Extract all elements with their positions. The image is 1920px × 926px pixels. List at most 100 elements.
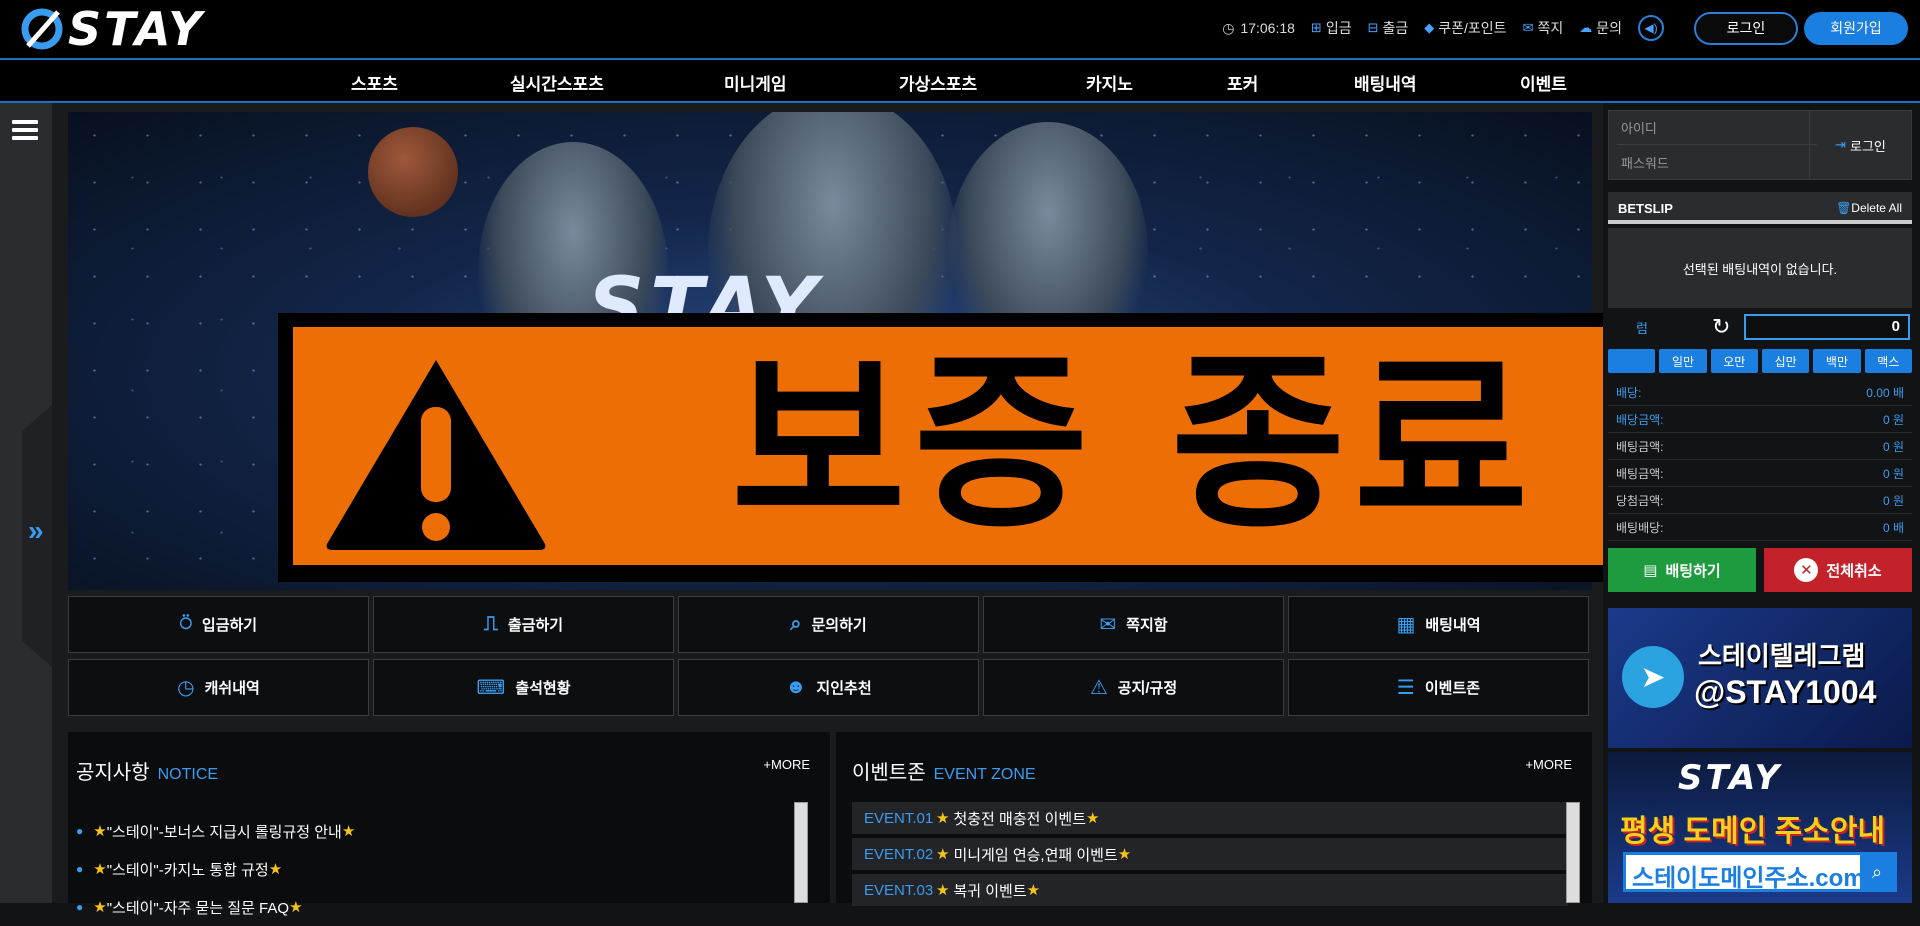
quick-label: 출석현황 [515,680,571,697]
delete-all-label: Delete All [1851,201,1902,215]
quick-inquiry-button[interactable]: ⌕ 문의하기 [678,596,979,653]
withdraw-link[interactable]: ⊟ 출금 [1368,18,1409,38]
logo-ring-icon [21,8,63,50]
event-item[interactable]: EVENT.02 ★ 미니게임 연승,연패 이벤트 ★ [852,838,1568,870]
notice-section: 공지사항 NOTICE +MORE ● ★ "스테이"-보너스 지급시 롤링규정 안내… [68,732,830,917]
domain-banner-title: 평생 도메인 주소안내 [1620,815,1886,848]
star-icon: ★ [936,810,950,827]
side-login-button[interactable]: ⇥ 로그인 [1809,111,1911,179]
cancel-all-label: 전체취소 [1826,562,1882,580]
stat-value: 0 원 [1882,412,1904,427]
nav-virtual-sports[interactable]: 가상스포츠 [899,70,977,95]
minus-square-icon: ⊟ [1367,20,1379,35]
notice-item[interactable]: ● ★ "스테이"-보너스 지급시 롤링규정 안내 ★ [76,812,776,850]
stat-value: 0 배 [1882,520,1904,535]
notice-more-link[interactable]: +MORE [763,757,810,772]
double-chevron-right-icon[interactable]: » [28,515,44,547]
nav-casino[interactable]: 카지노 [1086,70,1133,95]
join-button[interactable]: 회원가입 [1804,11,1908,45]
quick-label: 출금하기 [507,617,564,634]
stat-label: 당첨금액: [1616,493,1664,508]
nav-minigame[interactable]: 미니게임 [724,70,787,95]
nav-sports[interactable]: 스포츠 [351,70,398,95]
domain-banner[interactable]: STAY 평생 도메인 주소안내 스테이도메인주소.com ⌕ [1608,752,1912,903]
notice-item[interactable]: ● ★ "스테이"-카지노 통합 규정 ★ [76,850,776,888]
password-input[interactable]: 패스워드 [1617,145,1817,179]
place-bet-label: 배팅하기 [1665,562,1721,580]
quick-withdraw-button[interactable]: ⎍ 출금하기 [373,596,674,653]
domain-search-box[interactable]: 스테이도메인주소.com ⌕ [1623,852,1897,892]
message-link[interactable]: ✉ 쪽지 [1523,18,1564,38]
notice-scrollbar[interactable] [794,802,808,903]
notice-item[interactable]: ● ★ "스테이"-자주 묻는 질문 FAQ ★ [76,888,776,926]
domain-banner-logo: STAY [1678,758,1783,798]
event-scrollbar[interactable] [1566,802,1580,903]
bullet-icon: ● [76,862,84,876]
place-bet-button[interactable]: ▤ 배팅하기 [1608,548,1756,592]
nav-events[interactable]: 이벤트 [1520,70,1567,95]
event-item[interactable]: EVENT.03 ★ 복귀 이벤트 ★ [852,874,1568,906]
notice-title-en: NOTICE [157,766,219,783]
quick-deposit-button[interactable]: ⍥ 입금하기 [68,596,369,653]
chip-button[interactable]: 일만 [1659,349,1707,373]
quick-attendance-button[interactable]: ⌨ 출석현황 [373,659,674,716]
nav-poker[interactable]: 포커 [1227,70,1258,95]
login-button[interactable]: 로그인 [1694,11,1798,45]
stat-label: 배팅배당: [1616,520,1664,535]
star-icon: ★ [93,899,107,916]
inquiry-link[interactable]: ☁ 문의 [1579,18,1622,38]
event-more-link[interactable]: +MORE [1525,757,1572,772]
telegram-banner[interactable]: ➤ 스테이텔레그램 @STAY1004 [1608,608,1912,748]
plus-square-icon: ⊞ [1310,20,1322,35]
nav-live-sports[interactable]: 실시간스포츠 [510,70,604,95]
chip-button[interactable]: 맥스 [1864,349,1912,373]
event-item-title: 첫충전 매충전 이벤트 [953,810,1086,828]
envelope-icon: ✉ [1522,20,1534,35]
quick-label: 문의하기 [811,617,867,634]
basketball-image [368,127,458,217]
nav-bet-history[interactable]: 배팅내역 [1354,70,1417,95]
header-tools: ◷ 17:06:18 ⊞ 입금 ⊟ 출금 ◆ 쿠폰/포인트 ✉ 쪽지 ☁ 문의 ◀) 로그… [1222,11,1908,45]
cancel-all-button[interactable]: ✕ 전체취소 [1764,548,1912,592]
stat-label: 배당금액: [1616,412,1664,427]
speaker-icon: ◀) [1644,21,1658,35]
trash-icon: 🗑 [1836,201,1852,215]
delete-all-button[interactable]: 🗑Delete All [1836,201,1902,215]
id-input[interactable]: 아이디 [1617,111,1817,145]
quick-cash-history-button[interactable]: ◷ 캐쉬내역 [68,659,369,716]
deposit-icon: ⍥ [179,613,192,635]
stat-row: 배당: 0.00 배 [1608,379,1912,406]
refresh-icon[interactable]: ↻ [1712,314,1730,340]
stat-value: 0.00 배 [1866,385,1904,400]
quick-referral-button[interactable]: ☻ 지인추천 [678,659,979,716]
quick-bet-history-button[interactable]: ▦ 배팅내역 [1288,596,1589,653]
hamburger-menu-icon[interactable] [12,120,38,140]
clock-icon: ◷ [177,677,195,699]
event-item-title: 복귀 이벤트 [953,882,1027,900]
sound-toggle[interactable]: ◀) [1638,15,1664,41]
event-title: 이벤트존 EVENT ZONE [852,756,1036,785]
chip-button[interactable]: 오만 [1710,349,1758,373]
quick-label: 입금하기 [201,617,258,634]
site-logo[interactable]: STAY [18,2,205,56]
event-item-title: 미니게임 연승,연패 이벤트 [953,846,1118,864]
deposit-link[interactable]: ⊞ 입금 [1311,18,1352,38]
chip-button[interactable] [1608,349,1656,373]
keyboard-icon: ⌨ [476,677,506,699]
close-icon: ✕ [1794,558,1819,582]
telegram-handle: @STAY1004 [1694,674,1877,710]
search-icon: ⌕ [1860,855,1894,889]
event-item[interactable]: EVENT.01 ★ 첫충전 매충전 이벤트 ★ [852,802,1568,834]
bet-amount-input[interactable]: 0 [1744,314,1910,340]
quick-rules-button[interactable]: ⚠ 공지/규정 [983,659,1284,716]
coupon-link[interactable]: ◆ 쿠폰/포인트 [1424,18,1506,38]
notice-list: ● ★ "스테이"-보너스 지급시 롤링규정 안내 ★ ● ★ "스테이"-카지노 통합 … [76,812,776,926]
star-icon: ★ [268,861,283,878]
chip-button[interactable]: 십만 [1761,349,1810,373]
chip-button[interactable]: 백만 [1813,349,1861,373]
quick-event-zone-button[interactable]: ☰ 이벤트존 [1288,659,1589,716]
telegram-title: 스테이텔레그램 [1698,641,1866,671]
message-icon: ✉ [1099,614,1117,636]
betslip-header: BETSLIP 🗑Delete All [1608,192,1912,224]
quick-message-button[interactable]: ✉ 쪽지함 [983,596,1284,653]
